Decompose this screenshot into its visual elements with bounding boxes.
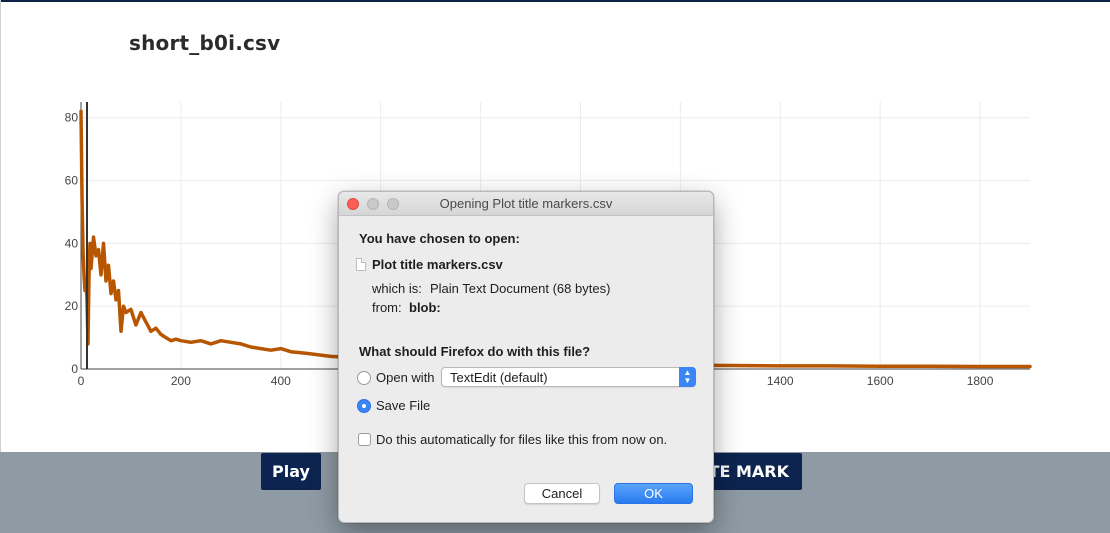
file-name: Plot title markers.csv (372, 257, 503, 272)
open-with-radio[interactable] (357, 371, 371, 385)
open-with-selected: TextEdit (default) (450, 370, 548, 385)
dialog-heading: You have chosen to open: (359, 231, 520, 246)
y-tick-label: 40 (65, 236, 79, 250)
x-tick-label: 0 (78, 374, 85, 388)
auto-checkbox[interactable] (358, 433, 371, 446)
ok-button[interactable]: OK (614, 483, 693, 504)
x-tick-label: 200 (171, 374, 191, 388)
x-tick-label: 1600 (867, 374, 894, 388)
auto-label[interactable]: Do this automatically for files like thi… (376, 432, 667, 447)
chevron-updown-icon: ▲ ▼ (679, 367, 696, 387)
y-tick-label: 20 (65, 299, 79, 313)
action-question: What should Firefox do with this file? (359, 344, 591, 359)
which-is-label: which is: (372, 281, 422, 296)
which-is-value: Plain Text Document (68 bytes) (430, 281, 611, 296)
save-file-label[interactable]: Save File (376, 398, 430, 413)
x-tick-label: 1400 (767, 374, 794, 388)
open-with-select[interactable]: TextEdit (default) ▲ ▼ (441, 367, 696, 387)
open-with-label[interactable]: Open with (376, 370, 435, 385)
cancel-button[interactable]: Cancel (524, 483, 600, 504)
dialog-titlebar[interactable]: Opening Plot title markers.csv (339, 192, 713, 216)
play-button[interactable]: Play (261, 453, 321, 490)
y-tick-label: 60 (65, 174, 79, 188)
x-tick-label: 1800 (967, 374, 994, 388)
dialog-title: Opening Plot title markers.csv (439, 196, 613, 211)
from-label: from: (372, 300, 402, 315)
y-tick-label: 80 (65, 111, 79, 125)
save-file-radio[interactable] (357, 399, 371, 413)
x-tick-label: 400 (271, 374, 291, 388)
from-value: blob: (409, 300, 441, 315)
document-icon (356, 258, 366, 271)
download-dialog: Opening Plot title markers.csv You have … (338, 191, 714, 523)
